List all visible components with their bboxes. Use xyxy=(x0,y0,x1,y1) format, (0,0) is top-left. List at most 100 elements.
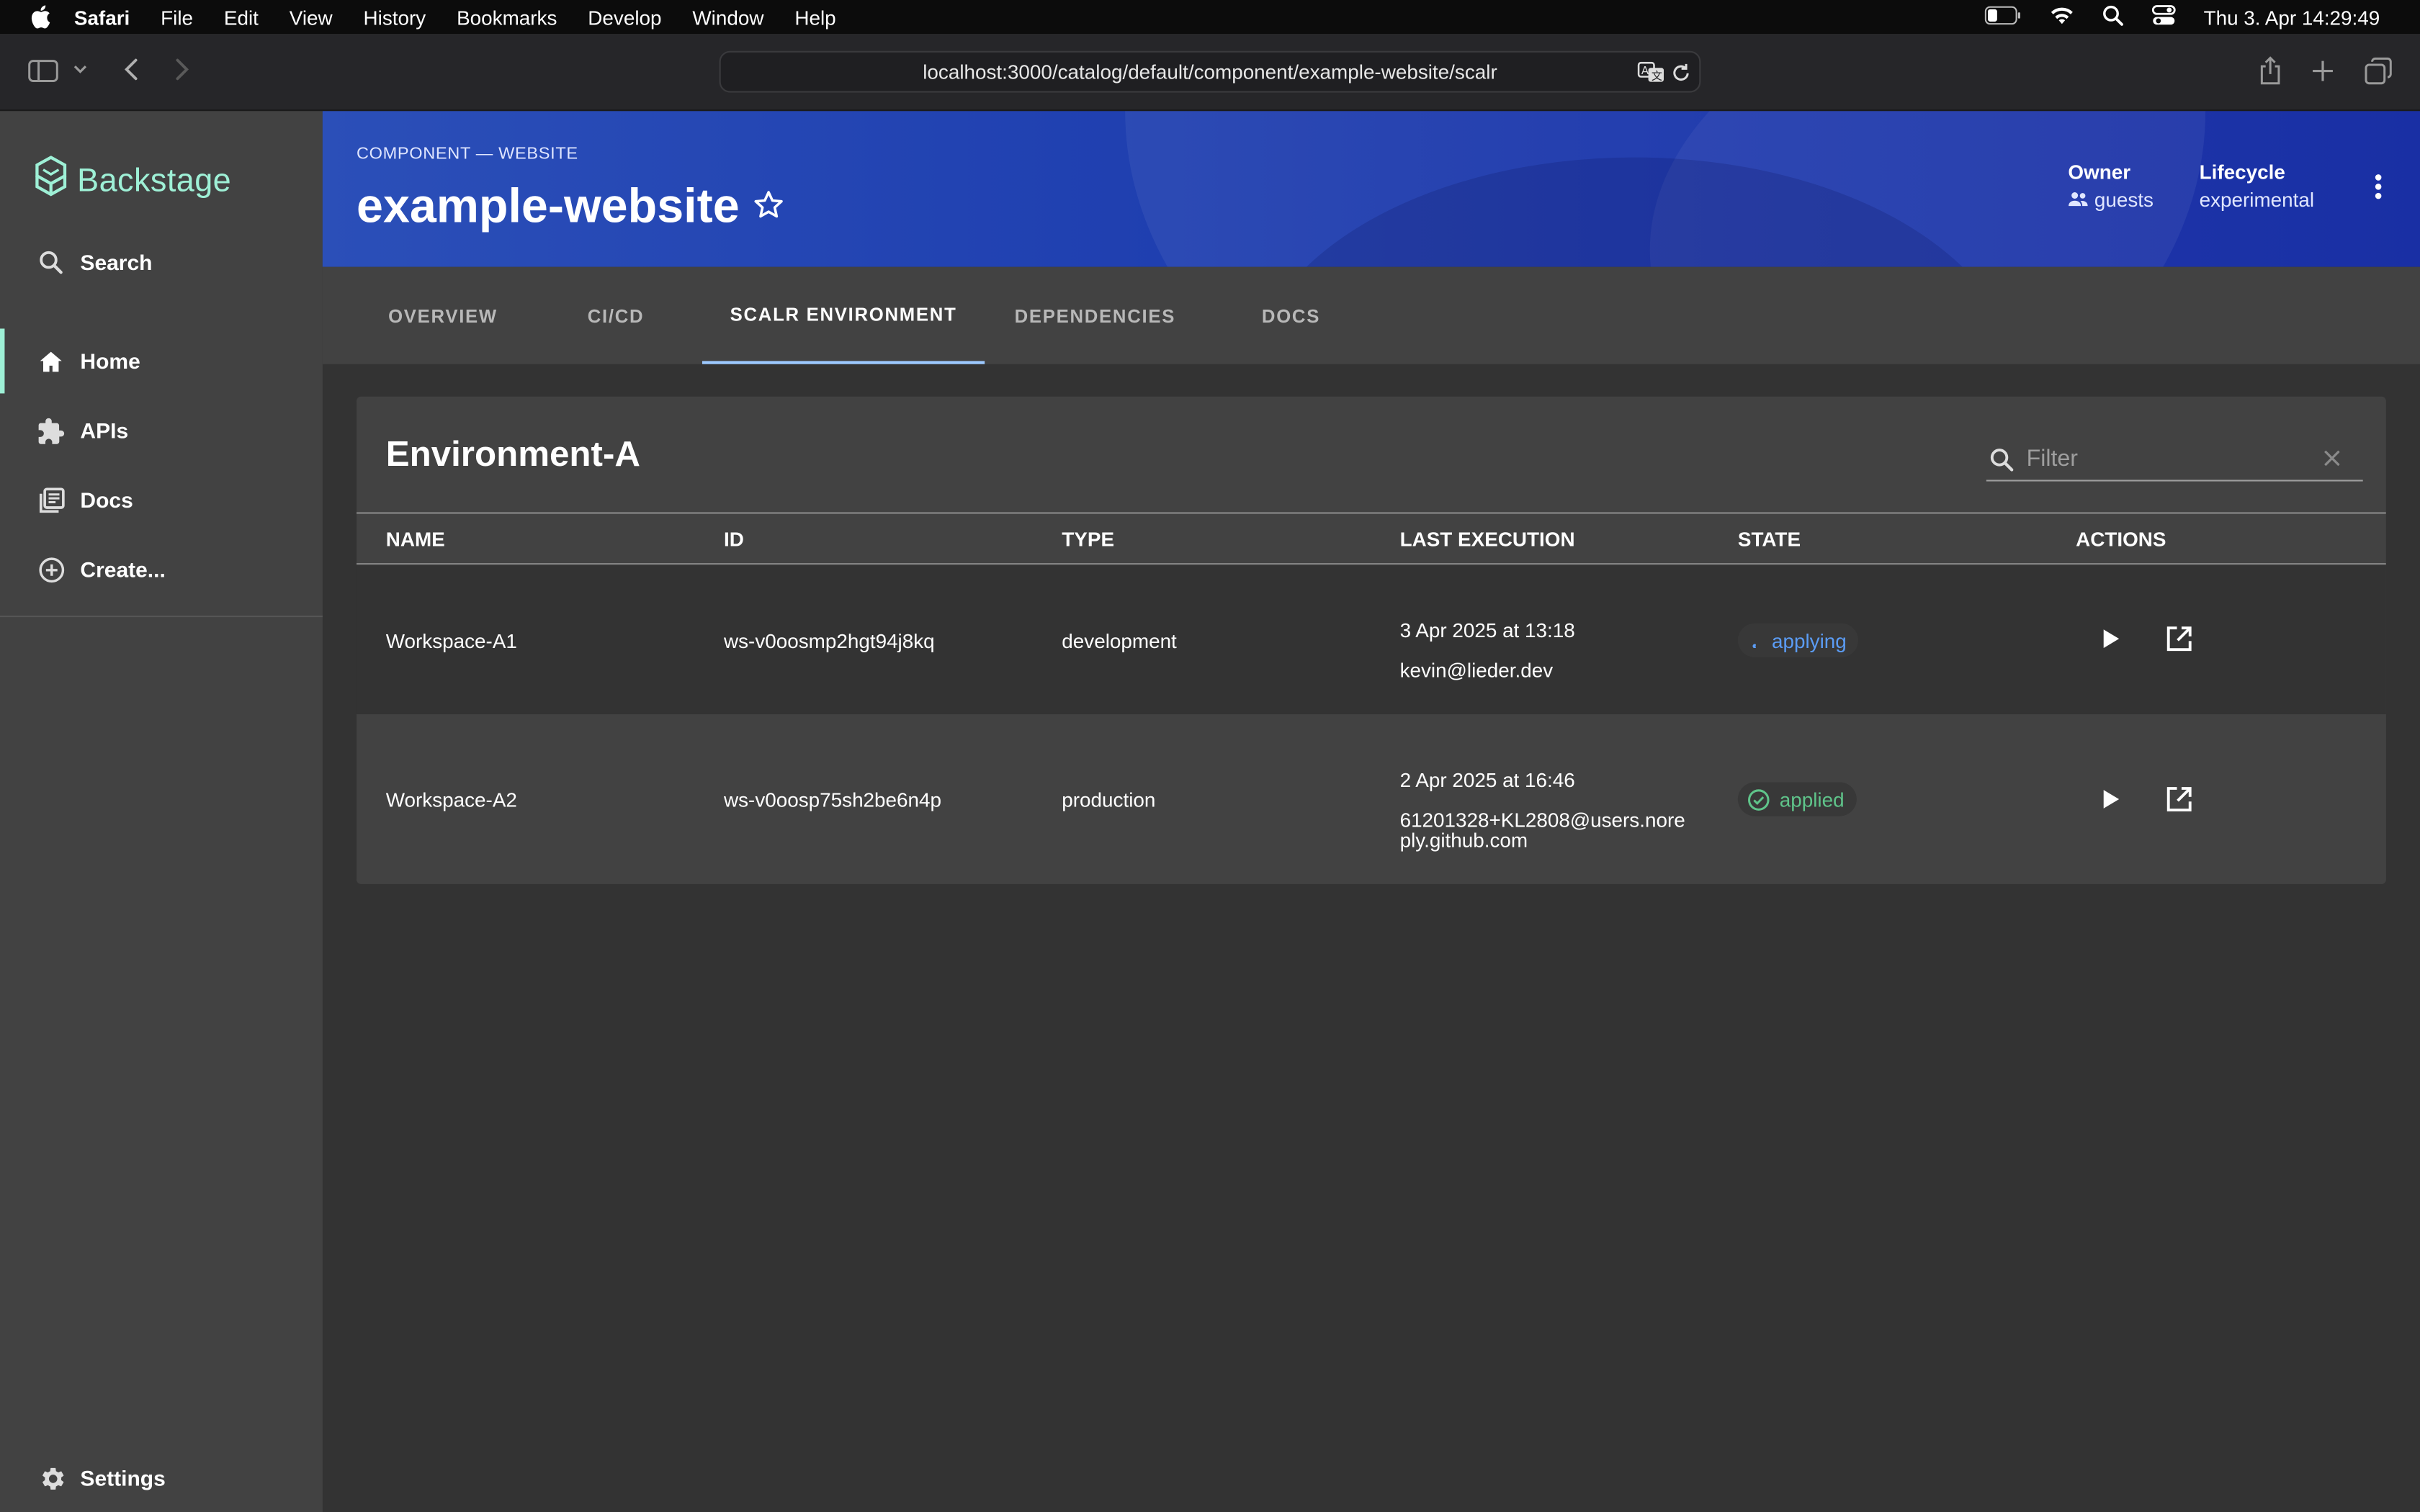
lifecycle-block: Lifecycle experimental xyxy=(2200,161,2315,212)
last-execution-date: 3 Apr 2025 at 13:18 xyxy=(1399,618,1575,642)
column-header-name[interactable]: NAME xyxy=(386,528,445,551)
address-bar[interactable]: localhost:3000/catalog/default/component… xyxy=(719,50,1701,93)
add-circle-icon xyxy=(37,555,65,583)
workspace-id: ws-v0oosmp2hgt94j8kq xyxy=(723,629,935,653)
sidebar-item-settings[interactable]: Settings xyxy=(0,1446,323,1511)
sidebar-item-home[interactable]: Home xyxy=(0,328,323,394)
workspace-type: production xyxy=(1062,788,1156,812)
sidebar-search[interactable]: Search xyxy=(0,230,323,294)
sidebar-toggle-icon[interactable] xyxy=(28,58,59,83)
lifecycle-value: experimental xyxy=(2199,188,2315,212)
workspace-name: Workspace-A1 xyxy=(385,629,517,653)
last-execution-user-cont: ply.github.com xyxy=(1399,828,1528,852)
tab-overview[interactable]: OVERVIEW xyxy=(357,267,529,364)
entity-kind: COMPONENT — WEBSITE xyxy=(356,145,578,164)
library-icon xyxy=(37,486,65,514)
star-icon[interactable] xyxy=(752,188,786,230)
owner-value[interactable]: guests xyxy=(2068,188,2154,212)
run-button[interactable] xyxy=(2093,620,2130,657)
sidebar-item-label: Create... xyxy=(80,557,166,582)
apple-icon[interactable] xyxy=(28,4,53,29)
status-badge: applied xyxy=(1737,782,1857,816)
forward-icon[interactable] xyxy=(173,57,192,81)
status-label: applied xyxy=(1779,787,1845,811)
sidebar-search-label: Search xyxy=(80,250,153,275)
macos-menubar: Safari File Edit View History Bookmarks … xyxy=(0,0,2420,35)
url-text: localhost:3000/catalog/default/component… xyxy=(923,60,1497,84)
column-header-type[interactable]: TYPE xyxy=(1062,528,1114,551)
browser-toolbar: localhost:3000/catalog/default/component… xyxy=(0,34,2420,112)
chevron-down-icon[interactable] xyxy=(73,63,88,76)
entity-tabs: OVERVIEW CI/CD SCALR ENVIRONMENT DEPENDE… xyxy=(322,266,2420,364)
backstage-logo[interactable]: Backstage xyxy=(34,156,231,207)
menu-file[interactable]: File xyxy=(161,6,193,29)
control-center-icon[interactable] xyxy=(2151,4,2176,30)
menu-edit[interactable]: Edit xyxy=(224,6,259,29)
share-icon[interactable] xyxy=(2258,55,2282,86)
group-icon xyxy=(2068,188,2088,211)
workspace-type: development xyxy=(1062,629,1177,653)
home-icon xyxy=(37,347,65,375)
lifecycle-label: Lifecycle xyxy=(2199,160,2285,184)
column-header-last-execution[interactable]: LAST EXECUTION xyxy=(1400,528,1575,551)
sidebar-item-docs[interactable]: Docs xyxy=(0,467,323,532)
clear-icon[interactable] xyxy=(2323,449,2341,468)
column-header-actions: ACTIONS xyxy=(2076,527,2166,551)
puzzle-icon xyxy=(37,417,65,445)
menu-help[interactable]: Help xyxy=(794,6,835,29)
wifi-icon[interactable] xyxy=(2049,6,2074,29)
tab-dependencies[interactable]: DEPENDENCIES xyxy=(1006,267,1183,364)
menu-history[interactable]: History xyxy=(364,6,426,29)
battery-icon[interactable] xyxy=(1984,5,2021,29)
menu-safari[interactable]: Safari xyxy=(74,6,130,29)
table-row: Workspace-A2 ws-v0oosp75sh2be6n4p produc… xyxy=(356,714,2386,884)
last-execution-user: kevin@lieder.dev xyxy=(1399,659,1554,683)
status-label: applying xyxy=(1772,629,1847,652)
sidebar-item-label: Settings xyxy=(80,1465,166,1490)
translate-icon[interactable]: A文 xyxy=(1637,61,1666,88)
owner-label: Owner xyxy=(2068,160,2131,184)
svg-text:文: 文 xyxy=(1652,69,1662,82)
menu-window[interactable]: Window xyxy=(692,6,763,29)
more-vert-icon[interactable] xyxy=(2374,173,2383,208)
environment-card: Environment-A NAME ID TYPE LAST EXECUTIO… xyxy=(356,396,2386,884)
filter-input[interactable] xyxy=(2026,446,2305,472)
tab-scalr-environment[interactable]: SCALR ENVIRONMENT xyxy=(702,267,985,364)
search-icon xyxy=(1989,446,2014,471)
open-external-icon[interactable] xyxy=(2161,780,2197,817)
entity-header: COMPONENT — WEBSITE example-website Owne… xyxy=(322,111,2420,267)
column-header-id[interactable]: ID xyxy=(724,528,744,551)
screen: Safari File Edit View History Bookmarks … xyxy=(0,0,2420,1512)
status-badge: applying xyxy=(1737,623,1859,657)
table-header: NAME ID TYPE LAST EXECUTION STATE ACTION… xyxy=(356,512,2386,565)
back-icon[interactable] xyxy=(122,57,140,81)
spotlight-icon[interactable] xyxy=(2102,4,2123,30)
tab-cicd[interactable]: CI/CD xyxy=(554,267,677,364)
open-external-icon[interactable] xyxy=(2161,620,2197,657)
card-title: Environment-A xyxy=(385,433,640,474)
search-icon xyxy=(37,248,65,276)
menubar-clock[interactable]: Thu 3. Apr 14:29:49 xyxy=(2204,6,2380,29)
tab-docs[interactable]: DOCS xyxy=(1233,267,1349,364)
sidebar: Backstage Search Home APIs Docs Create..… xyxy=(0,111,323,1512)
sidebar-item-create[interactable]: Create... xyxy=(0,537,323,602)
reload-icon[interactable] xyxy=(1672,62,1692,88)
page-title: example-website xyxy=(356,179,740,233)
column-header-state[interactable]: STATE xyxy=(1738,528,1801,551)
sidebar-divider xyxy=(0,616,323,618)
sidebar-item-label: Home xyxy=(80,348,140,374)
sidebar-item-label: APIs xyxy=(80,418,129,443)
new-tab-icon[interactable] xyxy=(2311,58,2335,83)
last-execution-date: 2 Apr 2025 at 16:46 xyxy=(1399,768,1575,792)
run-button[interactable] xyxy=(2093,780,2130,817)
workspace-name: Workspace-A2 xyxy=(385,788,517,812)
menu-view[interactable]: View xyxy=(290,6,333,29)
filter-field xyxy=(1986,438,2363,482)
sidebar-item-apis[interactable]: APIs xyxy=(0,398,323,463)
table-row: Workspace-A1 ws-v0oosmp2hgt94j8kq develo… xyxy=(356,564,2386,715)
tab-overview-icon[interactable] xyxy=(2365,57,2393,85)
menu-develop[interactable]: Develop xyxy=(588,6,661,29)
menu-bookmarks[interactable]: Bookmarks xyxy=(457,6,557,29)
svg-text:A: A xyxy=(1641,64,1649,77)
spinner-icon xyxy=(1747,633,1762,648)
